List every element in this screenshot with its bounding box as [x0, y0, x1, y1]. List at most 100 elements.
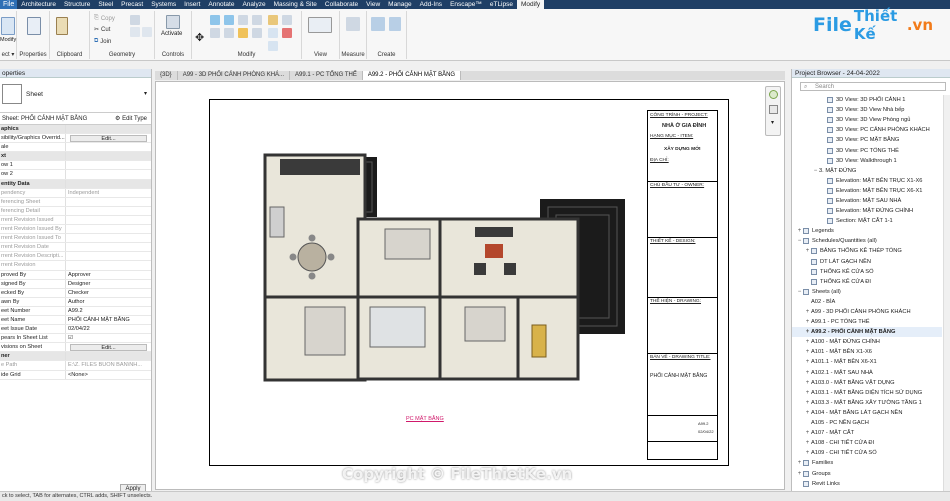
browser-item[interactable]: A02 - BÌA [792, 297, 942, 307]
browser-item[interactable]: −3. MẶT ĐỨNG [792, 166, 942, 176]
menu-item-enscape-[interactable]: Enscape™ [446, 0, 486, 9]
create-assembly-icon[interactable] [371, 17, 385, 31]
expand-toggle-icon[interactable]: − [796, 236, 803, 246]
modify-button-label[interactable]: Modify [0, 37, 16, 43]
pin-icon[interactable] [268, 28, 278, 38]
browser-item[interactable]: + A108 - CHI TIẾT CỬA ĐI [792, 438, 942, 448]
property-row[interactable]: ide Grid <None> [0, 370, 151, 380]
property-row[interactable]: rrent Revision Issued By [0, 225, 151, 235]
browser-item[interactable]: − Schedules/Quantities (all) [792, 236, 942, 246]
browser-item[interactable]: Elevation: MẶT BÊN TRỤC X6-X1 [792, 186, 942, 196]
browser-item[interactable]: + A107 - MẶT CẮT [792, 428, 942, 438]
mirror-line-icon[interactable] [252, 15, 262, 25]
browser-item[interactable]: + Families [792, 458, 942, 468]
browser-search-input[interactable]: ⌕ Search [800, 82, 946, 91]
browser-item[interactable]: + A101 - MẶT BÊN X1-X6 [792, 347, 942, 357]
property-row[interactable]: ecked By Checker [0, 288, 151, 298]
menu-item-structure[interactable]: Structure [60, 0, 94, 9]
browser-item[interactable]: Elevation: MẶT BÊN TRỤC X1-X6 [792, 176, 942, 186]
menu-item-precast[interactable]: Precast [117, 0, 147, 9]
property-row[interactable]: rrent Revision Issued [0, 215, 151, 226]
menu-item-collaborate[interactable]: Collaborate [321, 0, 362, 9]
property-row[interactable]: rrent Revision Descripti... [0, 252, 151, 262]
menu-item-annotate[interactable]: Annotate [204, 0, 238, 9]
unpin-icon[interactable] [268, 41, 278, 51]
expand-toggle-icon[interactable]: + [804, 307, 811, 317]
move-icon[interactable]: ✥ [195, 31, 204, 44]
browser-item[interactable]: + A100 - MẶT ĐỨNG CHÍNH [792, 337, 942, 347]
property-value[interactable]: Edit... [66, 134, 151, 143]
browser-item[interactable]: + A104 - MẶT BẰNG LÁT GẠCH NỀN [792, 408, 942, 418]
browser-item[interactable]: 3D View: 3D View Phòng ngủ [792, 115, 942, 125]
browser-item[interactable]: 3D View: Walkthrough 1 [792, 156, 942, 166]
expand-toggle-icon[interactable]: + [804, 388, 811, 398]
edit-button[interactable]: Edit... [70, 344, 147, 352]
menu-item-etlipse[interactable]: eTLipse [486, 0, 517, 9]
browser-item[interactable]: + A109 - CHI TIẾT CỬA SỔ [792, 448, 942, 458]
property-row[interactable]: pendency Independent [0, 188, 151, 198]
property-row[interactable]: signed By Designer [0, 279, 151, 289]
menu-item-steel[interactable]: Steel [94, 0, 117, 9]
property-value[interactable]: Edit... [66, 343, 151, 352]
delete-icon[interactable] [282, 28, 292, 38]
menu-item-massing-site[interactable]: Massing & Site [270, 0, 321, 9]
create-group-icon[interactable] [389, 17, 401, 31]
expand-toggle-icon[interactable]: + [796, 226, 803, 236]
browser-item[interactable]: − Sheets (all) [792, 287, 942, 297]
property-row[interactable]: ner [0, 352, 151, 362]
browser-item[interactable]: + A103.1 - MẶT BẰNG DIỆN TÍCH SỬ DỤNG [792, 388, 942, 398]
steering-wheel-icon[interactable] [769, 90, 778, 99]
type-dropdown-icon[interactable]: ▾ [144, 90, 147, 97]
browser-item[interactable]: + A99.1 - PC TỔNG THỂ [792, 317, 942, 327]
browser-item[interactable]: A105 - PC NỀN GẠCH [792, 418, 942, 428]
paste-icon[interactable] [56, 17, 68, 35]
property-row[interactable]: ferencing Detail [0, 206, 151, 216]
browser-item[interactable]: + A103.3 - MẶT BẰNG XÂY TƯỜNG TẦNG 1 [792, 398, 942, 408]
paint-icon[interactable] [142, 27, 152, 37]
menu-item-manage[interactable]: Manage [384, 0, 416, 9]
array-icon[interactable] [224, 28, 234, 38]
browser-item[interactable]: + Legends [792, 226, 942, 236]
expand-toggle-icon[interactable]: + [804, 368, 811, 378]
property-row[interactable]: visions on Sheet Edit... [0, 343, 151, 353]
join-button[interactable]: ⧉ Join [94, 38, 111, 45]
scale-icon[interactable] [238, 28, 248, 38]
browser-item[interactable]: THỐNG KÊ CỬA ĐI [792, 277, 942, 287]
browser-item[interactable]: Revit Links [792, 479, 942, 489]
browser-item[interactable]: + Groups [792, 468, 942, 478]
measure-icon[interactable] [346, 17, 360, 31]
browser-item[interactable]: + A99 - 3D PHỐI CẢNH PHÒNG KHÁCH [792, 307, 942, 317]
expand-toggle-icon[interactable]: + [804, 246, 811, 256]
property-row[interactable]: sibility/Graphics Overrid... Edit... [0, 134, 151, 144]
property-row[interactable]: ow 1 [0, 161, 151, 171]
expand-toggle-icon[interactable]: + [804, 438, 811, 448]
property-row[interactable]: aphics [0, 125, 151, 135]
copy-elements-icon[interactable] [210, 28, 220, 38]
activate-label[interactable]: Activate [161, 31, 182, 37]
property-row[interactable]: pears In Sheet List ☑ [0, 334, 151, 344]
browser-item[interactable]: + A101.1 - MẶT BÊN X6-X1 [792, 357, 942, 367]
property-row[interactable]: e Path E:\Z. FILES BUON BAN\NH... [0, 361, 151, 371]
menu-item-systems[interactable]: Systems [147, 0, 180, 9]
property-row[interactable]: rrent Revision [0, 261, 151, 271]
expand-toggle-icon[interactable]: + [804, 347, 811, 357]
browser-item[interactable]: Elevation: MẶT SAU NHÀ [792, 196, 942, 206]
property-row[interactable]: ow 2 [0, 170, 151, 180]
rotate-icon[interactable] [268, 15, 278, 25]
expand-toggle-icon[interactable]: + [796, 458, 803, 468]
property-row[interactable]: eet Number A99.2 [0, 306, 151, 316]
property-row[interactable]: rrent Revision Issued To [0, 234, 151, 244]
type-selector[interactable]: Sheet ▾ [0, 78, 151, 113]
expand-toggle-icon[interactable]: + [796, 469, 803, 479]
view-tab-2[interactable]: A99.1 - PC TỔNG THỂ [290, 71, 363, 80]
property-row[interactable]: ale [0, 143, 151, 153]
expand-toggle-icon[interactable]: + [804, 428, 811, 438]
expand-toggle-icon[interactable]: + [804, 398, 811, 408]
view-tab-1[interactable]: A99 - 3D PHỐI CẢNH PHÒNG KHÁ... [178, 71, 291, 80]
split-icon[interactable] [252, 28, 262, 38]
view-tab-3[interactable]: A99.2 - PHỐI CẢNH MẶT BẰNG [362, 71, 462, 80]
browser-item[interactable]: + A103.0 - MẶT BẰNG VẬT DỤNG [792, 378, 942, 388]
browser-item[interactable]: Elevation: MẶT ĐỨNG CHÍNH [792, 206, 942, 216]
menu-item-view[interactable]: View [362, 0, 384, 9]
expand-toggle-icon[interactable]: + [804, 327, 811, 337]
